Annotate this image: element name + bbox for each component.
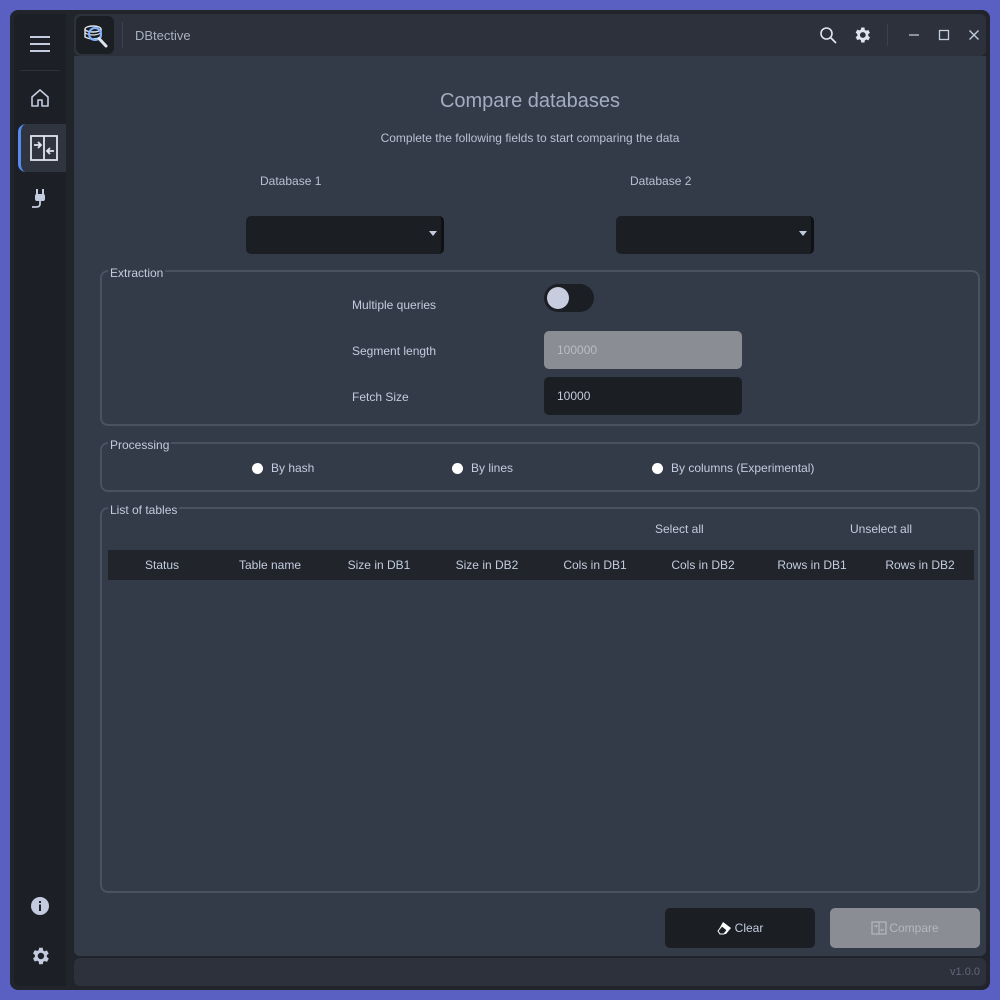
- compare-action-button[interactable]: Compare: [830, 908, 980, 948]
- maximize-button[interactable]: [930, 22, 958, 48]
- left-menu: [14, 14, 66, 986]
- search-icon: [820, 27, 837, 44]
- select-all-button[interactable]: Select all: [655, 522, 704, 536]
- column-header-size-db2[interactable]: Size in DB2: [433, 550, 541, 580]
- radio-dot: [252, 462, 263, 474]
- page-title: Compare databases: [439, 90, 621, 112]
- column-header-status[interactable]: Status: [108, 550, 216, 580]
- fetch-size-input[interactable]: 10000: [544, 377, 742, 415]
- hamburger-icon: [30, 36, 50, 52]
- radio-by-lines[interactable]: By lines: [452, 461, 513, 475]
- processing-group: Processing By hash By lines By columns (…: [100, 438, 980, 492]
- menu-divider: [20, 70, 60, 71]
- app-logo: [76, 16, 114, 54]
- column-header-size-db1[interactable]: Size in DB1: [325, 550, 433, 580]
- minimize-button[interactable]: [900, 22, 928, 48]
- clear-label: Clear: [734, 921, 764, 935]
- home-icon: [31, 89, 49, 107]
- radio-dot: [652, 462, 663, 474]
- maximize-icon: [938, 29, 950, 41]
- clear-button[interactable]: Clear: [665, 908, 815, 948]
- title-bar: DBtective: [74, 14, 986, 56]
- plug-icon: [32, 189, 45, 208]
- eraser-icon: [717, 922, 731, 935]
- compare-button[interactable]: [18, 124, 66, 172]
- tables-group: List of tables Select all Unselect all S…: [100, 503, 980, 893]
- database-1-label: Database 1: [260, 174, 322, 188]
- multiple-queries-label: Multiple queries: [352, 298, 437, 312]
- table-header: Status Table name Size in DB1 Size in DB…: [108, 550, 974, 580]
- extraction-group: Extraction Multiple queries Segment leng…: [100, 266, 980, 426]
- connections-button[interactable]: [14, 174, 66, 222]
- info-icon: [31, 897, 49, 915]
- database-1-select[interactable]: [246, 216, 444, 254]
- chevron-down-icon: [799, 231, 807, 236]
- title-divider-right: [887, 24, 888, 46]
- segment-length-label: Segment length: [352, 344, 437, 358]
- minimize-icon: [909, 34, 919, 36]
- chevron-down-icon: [429, 231, 437, 236]
- gear-icon: [855, 27, 870, 43]
- unselect-all-button[interactable]: Unselect all: [850, 522, 912, 536]
- database-2-label: Database 2: [630, 174, 692, 188]
- extraction-title: Extraction: [108, 266, 166, 280]
- column-header-cols-db2[interactable]: Cols in DB2: [649, 550, 757, 580]
- close-icon: [969, 30, 979, 40]
- tables-title: List of tables: [108, 503, 180, 517]
- title-settings-button[interactable]: [848, 22, 876, 48]
- radio-by-hash[interactable]: By hash: [252, 461, 314, 475]
- version-label: v1.0.0: [950, 966, 980, 978]
- info-button[interactable]: [14, 882, 66, 930]
- page-subtitle: Complete the following fields to start c…: [380, 131, 680, 145]
- radio-label: By lines: [471, 461, 514, 475]
- processing-title: Processing: [108, 438, 172, 452]
- radio-label: By hash: [271, 461, 315, 475]
- compare-label: Compare: [889, 921, 939, 935]
- settings-button[interactable]: [14, 932, 66, 980]
- toggle-knob: [547, 287, 569, 309]
- column-header-rows-db1[interactable]: Rows in DB1: [758, 550, 866, 580]
- compare-icon: [871, 921, 887, 935]
- segment-length-input[interactable]: 100000: [544, 331, 742, 369]
- app-window: DBtective Compare databases Complete the…: [10, 10, 990, 990]
- close-button[interactable]: [960, 22, 988, 48]
- logo-magnifier-icon: [84, 25, 108, 48]
- menu-toggle-button[interactable]: [14, 20, 66, 68]
- app-title: DBtective: [135, 28, 191, 43]
- column-header-cols-db1[interactable]: Cols in DB1: [541, 550, 649, 580]
- title-divider: [122, 22, 123, 48]
- radio-label: By columns (Experimental): [671, 461, 815, 475]
- search-button[interactable]: [814, 22, 842, 48]
- settings-icon: [33, 947, 49, 965]
- compare-page: Compare databases Complete the following…: [74, 56, 986, 956]
- home-button[interactable]: [14, 74, 66, 122]
- compare-icon: [29, 135, 58, 161]
- database-2-select[interactable]: [616, 216, 814, 254]
- column-header-table-name[interactable]: Table name: [216, 550, 324, 580]
- radio-dot: [452, 462, 463, 474]
- column-header-rows-db2[interactable]: Rows in DB2: [866, 550, 974, 580]
- fetch-size-label: Fetch Size: [352, 390, 409, 404]
- multiple-queries-toggle[interactable]: [544, 284, 594, 312]
- status-bar: v1.0.0: [74, 958, 986, 986]
- radio-by-columns[interactable]: By columns (Experimental): [652, 461, 814, 475]
